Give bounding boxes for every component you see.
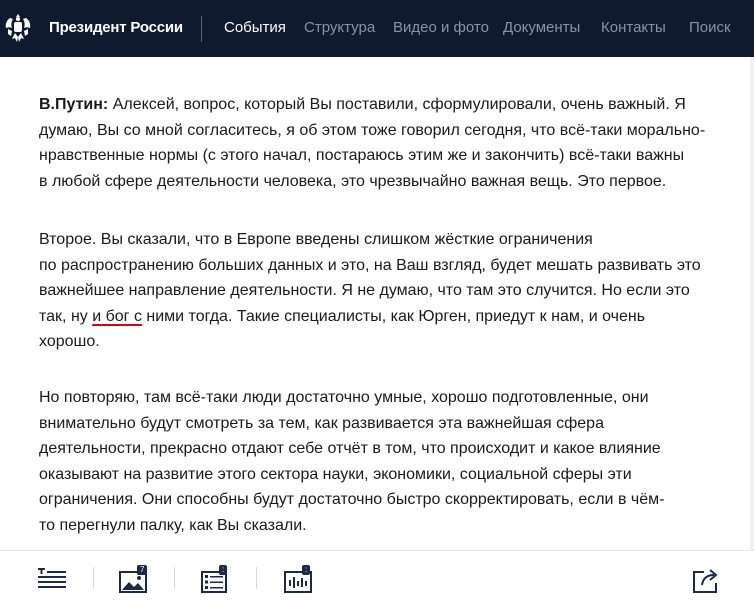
nav-item-search[interactable]: Поиск xyxy=(689,19,731,36)
paragraph-line: ограничения. Они способны будут достаточ… xyxy=(39,491,665,508)
paragraph-line: то перегнули палку, как Вы сказали. xyxy=(39,516,307,534)
photos-count-badge: 7 xyxy=(137,565,148,575)
photos-button[interactable]: 7 xyxy=(119,565,148,598)
paragraph-line: внимательно будут смотреть за тем, как р… xyxy=(39,414,604,432)
paragraph-line: В.Путин: Алексей, вопрос, который Вы пос… xyxy=(39,92,729,118)
nav-item-events[interactable]: События xyxy=(224,19,286,36)
paragraph-line: думаю, Вы со мной согласитесь, я об этом… xyxy=(39,121,706,139)
toolbar-divider xyxy=(93,567,94,589)
video-button[interactable]: : xyxy=(284,565,312,598)
text-fragment: так, ну xyxy=(39,307,93,325)
text-fragment: ними тогда. Такие специалисты, как Юрген… xyxy=(141,307,646,325)
share-icon xyxy=(693,569,718,593)
paragraph-2: Второе. Вы сказали, что в Европе введены… xyxy=(39,227,729,355)
text-icon xyxy=(38,568,66,588)
nav-item-video-photo[interactable]: Видео и фото xyxy=(393,19,489,36)
paragraph-line: нравственные нормы (с этого начал, поста… xyxy=(39,147,685,164)
bottom-toolbar: 7 : : xyxy=(0,550,754,607)
paragraph-3: Но повторяю, там всё-таки люди достаточн… xyxy=(39,385,729,538)
site-header: Президент России События Структура Видео… xyxy=(0,0,754,57)
documents-count-badge: : xyxy=(219,565,228,575)
share-button[interactable] xyxy=(692,568,720,599)
paragraph-line: по распространению больших данных и это,… xyxy=(39,256,701,274)
paragraph-line: Второе. Вы сказали, что в Европе введены… xyxy=(39,231,593,248)
text-view-button[interactable] xyxy=(38,568,66,595)
text-fragment: Алексей, вопрос, который Вы поставили, с… xyxy=(108,96,686,113)
paragraph-line: деятельности, прекрасно отдают себе отчё… xyxy=(39,440,661,457)
coat-of-arms-icon[interactable] xyxy=(4,12,32,44)
paragraph-line: важнейшее направление деятельности. Я не… xyxy=(39,282,690,299)
toolbar-divider xyxy=(256,567,257,589)
paragraph-1: В.Путин: Алексей, вопрос, который Вы пос… xyxy=(39,92,729,194)
paragraph-line: хорошо. xyxy=(39,333,100,350)
site-title[interactable]: Президент России xyxy=(49,19,183,36)
spellcheck-underlined-text[interactable]: и бог с xyxy=(92,308,142,325)
header-divider xyxy=(201,16,202,42)
nav-item-documents[interactable]: Документы xyxy=(503,19,580,36)
paragraph-line: в любой сфере деятельности человека, это… xyxy=(39,172,667,190)
paragraph-line: так, ну и бог с ними тогда. Такие специа… xyxy=(39,304,729,330)
paragraph-line: Но повторяю, там всё-таки люди достаточн… xyxy=(39,389,649,406)
nav-item-structure[interactable]: Структура xyxy=(304,19,375,36)
article-content: В.Путин: Алексей, вопрос, который Вы пос… xyxy=(0,57,754,550)
paragraph-line: оказывают на развитие этого сектора наук… xyxy=(39,465,632,483)
scrollbar[interactable] xyxy=(750,57,754,550)
speaker-name: В.Путин: xyxy=(39,96,109,113)
toolbar-divider xyxy=(174,567,175,589)
video-count-badge: : xyxy=(302,565,311,575)
documents-button[interactable]: : xyxy=(201,565,228,598)
nav-item-contacts[interactable]: Контакты xyxy=(601,19,666,36)
